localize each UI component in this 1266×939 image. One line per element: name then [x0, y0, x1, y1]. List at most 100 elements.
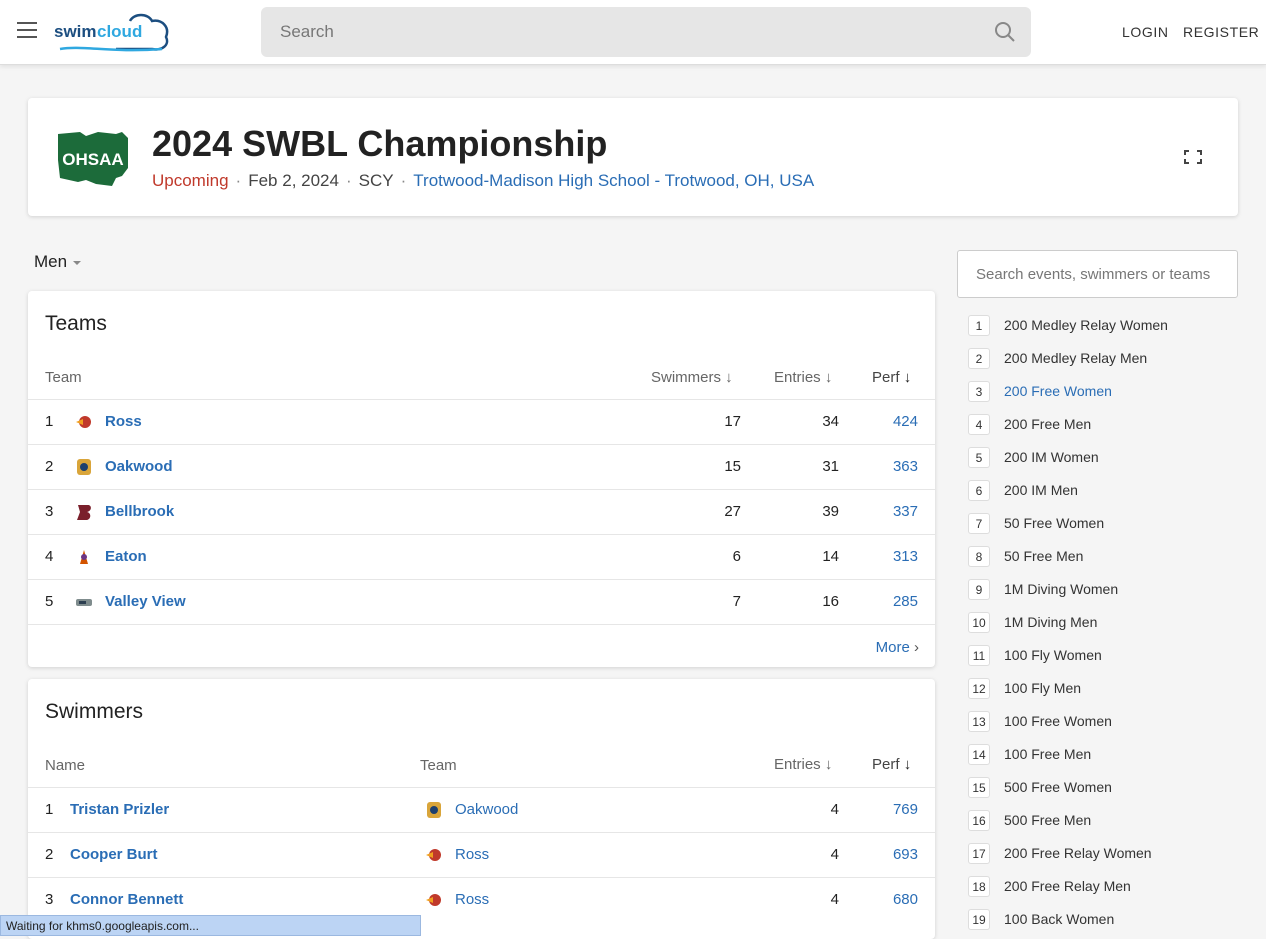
event-number: 12 [968, 678, 990, 699]
ross-team-logo [426, 849, 441, 861]
event-number: 4 [968, 414, 990, 435]
entries-count: 4 [830, 846, 839, 863]
team-link[interactable]: Ross [455, 846, 489, 863]
table-row: 3 Bellbrook 27 39 337 [28, 489, 935, 534]
event-search-input[interactable] [958, 251, 1237, 297]
gender-dropdown[interactable]: Men [34, 252, 82, 272]
perf-score[interactable]: 424 [893, 413, 918, 430]
search-input[interactable] [261, 7, 961, 57]
perf-score[interactable]: 769 [893, 801, 918, 818]
menu-icon[interactable] [17, 22, 37, 38]
meet-title: 2024 SWBL Championship [152, 123, 608, 164]
ross-team-logo [426, 894, 441, 906]
rank: 1 [45, 801, 54, 818]
table-row: 4 Eaton 6 14 313 [28, 534, 935, 579]
table-row: 2 Cooper Burt Ross 4 693 [28, 832, 935, 877]
arrow-down-icon: ↓ [725, 369, 733, 386]
col-team: Team [45, 369, 82, 386]
event-number: 2 [968, 348, 990, 369]
swimmers-count: 7 [732, 593, 741, 610]
rank: 3 [45, 503, 54, 520]
arrow-down-icon: ↓ [824, 756, 833, 773]
event-number: 8 [968, 546, 990, 567]
col-perf-sort[interactable]: Perf ↓ [872, 369, 911, 386]
chevron-right-icon: › [914, 639, 919, 656]
event-number: 19 [968, 909, 990, 930]
perf-score[interactable]: 363 [893, 458, 918, 475]
swimmer-link[interactable]: Tristan Prizler [70, 801, 169, 818]
swimmer-link[interactable]: Connor Bennett [70, 891, 183, 908]
event-name: 50 Free Women [1004, 515, 1105, 531]
event-number: 15 [968, 777, 990, 798]
table-row: 2 Oakwood 15 31 363 [28, 444, 935, 489]
swimmers-count: 6 [732, 548, 741, 565]
team-link[interactable]: Oakwood [455, 801, 518, 818]
arrow-down-icon: ↓ [903, 369, 912, 386]
event-number: 7 [968, 513, 990, 534]
more-teams-link[interactable]: More › [876, 639, 919, 656]
table-row: 1 Tristan Prizler Oakwood 4 769 [28, 787, 935, 832]
event-name: 100 Fly Women [1004, 647, 1102, 663]
team-link[interactable]: Ross [455, 891, 489, 908]
perf-score[interactable]: 337 [893, 503, 918, 520]
event-name: 1M Diving Women [1004, 581, 1119, 597]
table-row: 1 Ross 17 34 424 [28, 399, 935, 444]
event-number: 10 [968, 612, 990, 633]
entries-count: 14 [822, 548, 839, 565]
meet-course: SCY [358, 171, 394, 190]
global-search[interactable] [261, 7, 1031, 57]
meet-date: Feb 2, 2024 [248, 171, 339, 190]
oakwood-team-logo [427, 802, 441, 818]
col-entries-sort[interactable]: Entries ↓ [774, 756, 832, 773]
col-entries-sort[interactable]: Entries ↓ [774, 369, 832, 386]
event-number: 13 [968, 711, 990, 732]
event-number: 18 [968, 876, 990, 897]
arrow-down-icon: ↓ [903, 756, 912, 773]
event-name: 100 Back Women [1004, 911, 1115, 927]
svg-text:cloud: cloud [97, 22, 142, 41]
swimmers-card: Swimmers Name Team Entries ↓ Perf ↓ 1 Tr… [28, 679, 935, 939]
swimmers-count: 15 [724, 458, 741, 475]
meet-location-link[interactable]: Trotwood-Madison High School - Trotwood,… [413, 171, 814, 190]
ross-team-logo [76, 416, 91, 428]
col-perf-sort[interactable]: Perf ↓ [872, 756, 911, 773]
event-name: 100 Free Women [1004, 713, 1112, 729]
fullscreen-icon[interactable] [1184, 150, 1202, 164]
team-link[interactable]: Bellbrook [105, 503, 174, 520]
swimmers-count: 27 [724, 503, 741, 520]
event-name: 200 Free Women [1004, 383, 1112, 399]
perf-score[interactable]: 680 [893, 891, 918, 908]
event-number: 5 [968, 447, 990, 468]
event-name: 200 Medley Relay Men [1004, 350, 1148, 366]
event-number: 17 [968, 843, 990, 864]
event-name: 200 Free Relay Women [1004, 845, 1152, 861]
browser-status-bar: Waiting for khms0.googleapis.com... [0, 915, 421, 936]
event-name: 200 Free Men [1004, 416, 1092, 432]
swimcloud-logo[interactable]: swim cloud [52, 11, 172, 55]
team-link[interactable]: Oakwood [105, 458, 173, 475]
login-link[interactable]: LOGIN [1122, 24, 1169, 40]
entries-count: 16 [822, 593, 839, 610]
search-icon[interactable] [993, 20, 1017, 44]
team-link[interactable]: Ross [105, 413, 142, 430]
rank: 3 [45, 891, 54, 908]
perf-score[interactable]: 693 [893, 846, 918, 863]
event-name: 200 Free Relay Men [1004, 878, 1131, 894]
register-link[interactable]: REGISTER [1183, 24, 1259, 40]
entries-count: 34 [822, 413, 839, 430]
event-search[interactable] [957, 250, 1238, 298]
event-name: 100 Fly Men [1004, 680, 1082, 696]
swimmer-link[interactable]: Cooper Burt [70, 846, 158, 863]
col-name: Name [45, 757, 86, 774]
meet-header-card: OHSAA 2024 SWBL Championship Upcoming · Fe… [28, 98, 1238, 216]
swimmers-heading: Swimmers [45, 700, 143, 723]
perf-score[interactable]: 285 [893, 593, 918, 610]
swimmers-count: 17 [724, 413, 741, 430]
bellbrook-team-logo [77, 505, 91, 520]
team-link[interactable]: Valley View [105, 593, 186, 610]
col-swimmers-sort[interactable]: Swimmers ↓ [651, 369, 733, 386]
entries-count: 31 [822, 458, 839, 475]
team-link[interactable]: Eaton [105, 548, 147, 565]
table-row: 5 Valley View 7 16 285 [28, 579, 935, 624]
perf-score[interactable]: 313 [893, 548, 918, 565]
